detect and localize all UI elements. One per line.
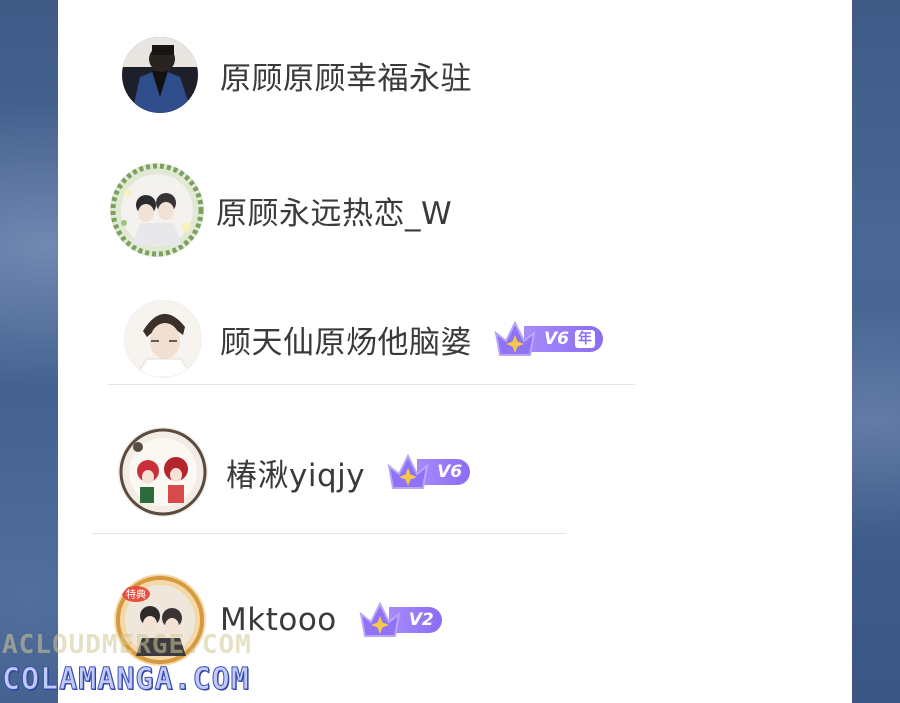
user-avatar[interactable] <box>124 300 202 378</box>
svg-text:特典: 特典 <box>126 588 146 601</box>
vip-year-tag: 年 <box>575 330 595 348</box>
crown-icon <box>359 601 401 637</box>
vip-level-text: V2 <box>408 610 434 630</box>
list-item-user-1[interactable]: 原顾原顾幸福永驻 <box>122 37 472 113</box>
vip-level-badge: V6 <box>385 452 471 492</box>
site-watermark-1: ACLOUDMERGE.COM <box>2 630 252 660</box>
vip-level-text: V6 <box>437 462 463 482</box>
list-item-user-3[interactable]: 顾天仙原炀他脑婆 V6 年 <box>124 300 603 378</box>
crown-icon <box>387 453 429 489</box>
list-divider <box>92 533 566 534</box>
user-name[interactable]: 原顾永远热恋_W <box>216 188 452 233</box>
vip-level-badge: V6 年 <box>492 319 603 359</box>
vip-level-badge: V2 <box>357 600 442 640</box>
list-divider <box>108 384 635 385</box>
avatar-man-portrait-icon <box>125 301 201 377</box>
user-name[interactable]: 椿湫yiqjy <box>226 450 365 495</box>
user-name[interactable]: 顾天仙原炀他脑婆 <box>220 317 472 362</box>
site-watermark-2: COLAMANGA.COM <box>2 662 250 698</box>
user-avatar[interactable] <box>118 427 208 517</box>
list-item-user-4[interactable]: 椿湫yiqjy V6 <box>118 427 471 517</box>
user-avatar[interactable] <box>122 37 198 113</box>
user-avatar[interactable] <box>110 163 204 257</box>
vip-level-text: V6 <box>544 329 569 349</box>
avatar-man-denim-jacket-icon <box>122 37 198 113</box>
user-name[interactable]: 原顾原顾幸福永驻 <box>220 53 472 98</box>
crown-icon <box>494 320 536 356</box>
avatar-manga-characters-icon <box>118 427 208 517</box>
list-item-user-2[interactable]: 原顾永远热恋_W <box>110 163 452 257</box>
avatar-couple-flower-frame-icon <box>110 163 204 257</box>
